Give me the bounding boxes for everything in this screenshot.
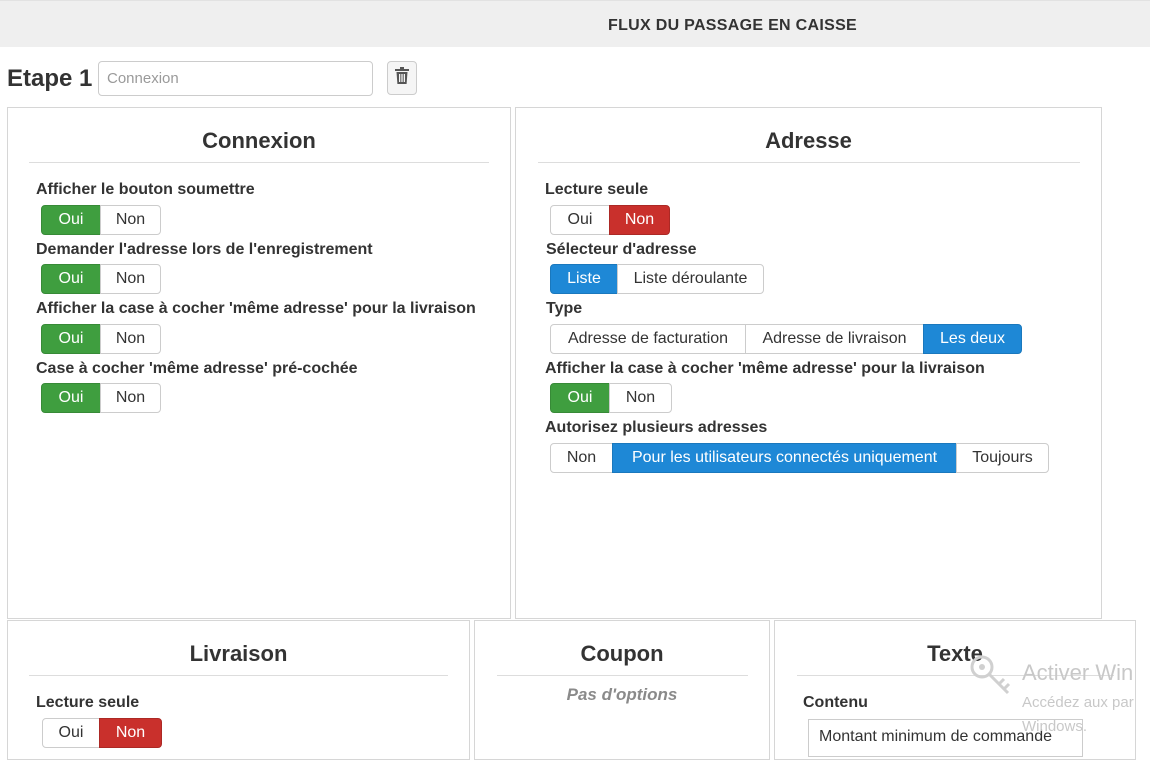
- option-oui[interactable]: Oui: [41, 205, 101, 235]
- address-type-toggle: Adresse de facturation Adresse de livrai…: [550, 324, 1022, 354]
- field-label: Demander l'adresse lors de l'enregistrem…: [36, 241, 373, 258]
- divider: [538, 162, 1080, 163]
- field-label: Lecture seule: [545, 181, 649, 198]
- option-non[interactable]: Non: [100, 264, 161, 294]
- adresse-panel: Adresse Lecture seule Oui Non Sélecteur …: [515, 107, 1102, 619]
- option-oui[interactable]: Oui: [550, 383, 610, 413]
- option-logged-in-only[interactable]: Pour les utilisateurs connectés uniqueme…: [612, 443, 957, 473]
- option-toujours[interactable]: Toujours: [956, 443, 1049, 473]
- activation-watermark-line: Accédez aux par: [1022, 694, 1134, 711]
- option-oui[interactable]: Oui: [550, 205, 610, 235]
- field-label: Case à cocher 'même adresse' pré-cochée: [36, 360, 358, 377]
- field-label: Afficher le bouton soumettre: [36, 181, 255, 198]
- address-selector-toggle: Liste Liste déroulante: [550, 264, 764, 294]
- option-liste-deroulante[interactable]: Liste déroulante: [617, 264, 764, 294]
- option-oui[interactable]: Oui: [41, 264, 101, 294]
- option-non[interactable]: Non: [609, 205, 670, 235]
- coupon-panel: Coupon Pas d'options: [474, 620, 770, 760]
- option-non[interactable]: Non: [100, 205, 161, 235]
- option-liste[interactable]: Liste: [550, 264, 618, 294]
- multiple-addresses-toggle: Non Pour les utilisateurs connectés uniq…: [550, 443, 1049, 473]
- field-label: Afficher la case à cocher 'même adresse'…: [545, 360, 985, 377]
- option-shipping-address[interactable]: Adresse de livraison: [745, 324, 924, 354]
- option-non[interactable]: Non: [609, 383, 672, 413]
- divider: [497, 675, 748, 676]
- key-icon: [968, 653, 1016, 706]
- option-both[interactable]: Les deux: [923, 324, 1022, 354]
- livraison-panel: Livraison Lecture seule Oui Non: [7, 620, 470, 760]
- field-label: Sélecteur d'adresse: [546, 241, 697, 258]
- ask-address-toggle: Oui Non: [41, 264, 161, 294]
- submit-button-toggle: Oui Non: [41, 205, 161, 235]
- option-non[interactable]: Non: [550, 443, 613, 473]
- option-non[interactable]: Non: [100, 324, 161, 354]
- trash-icon: [395, 67, 409, 89]
- field-label: Afficher la case à cocher 'même adresse'…: [36, 300, 476, 317]
- same-address-checkbox-toggle: Oui Non: [550, 383, 672, 413]
- step-label: Etape 1: [7, 65, 93, 92]
- page-title: FLUX DU PASSAGE EN CAISSE: [608, 17, 858, 34]
- panel-title: Livraison: [189, 641, 288, 666]
- same-address-checkbox-toggle: Oui Non: [41, 324, 161, 354]
- activation-watermark-title: Activer Win: [1022, 660, 1134, 685]
- option-oui[interactable]: Oui: [41, 324, 101, 354]
- panel-title: Coupon: [580, 641, 664, 666]
- option-oui[interactable]: Oui: [42, 718, 100, 748]
- step-name-input[interactable]: [98, 61, 373, 96]
- content-label: Contenu: [803, 694, 868, 711]
- field-label: Type: [546, 300, 583, 317]
- option-non[interactable]: Non: [100, 383, 161, 413]
- panel-title: Adresse: [765, 128, 852, 153]
- read-only-toggle: Oui Non: [550, 205, 670, 235]
- activation-watermark-line: Windows.: [1022, 718, 1088, 735]
- connexion-panel: Connexion Afficher le bouton soumettre O…: [7, 107, 511, 619]
- field-label: Lecture seule: [36, 694, 140, 711]
- divider: [29, 675, 448, 676]
- panel-title: Connexion: [202, 128, 316, 153]
- field-label: Autorisez plusieurs adresses: [545, 419, 768, 436]
- option-non[interactable]: Non: [99, 718, 162, 748]
- header-bar: FLUX DU PASSAGE EN CAISSE: [0, 0, 1150, 47]
- divider: [29, 162, 489, 163]
- prechecked-toggle: Oui Non: [41, 383, 161, 413]
- delete-step-button[interactable]: [387, 61, 417, 95]
- texte-panel: Texte Contenu Montant minimum de command…: [774, 620, 1136, 760]
- read-only-toggle: Oui Non: [42, 718, 162, 748]
- option-billing-address[interactable]: Adresse de facturation: [550, 324, 746, 354]
- option-oui[interactable]: Oui: [41, 383, 101, 413]
- no-options-text: Pas d'options: [566, 685, 678, 704]
